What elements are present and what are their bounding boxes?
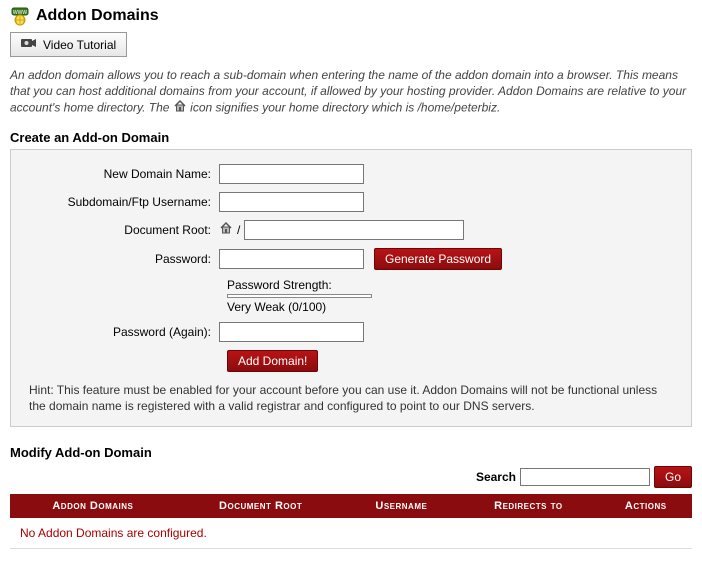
docroot-label: Document Root: [29,223,219,237]
col-actions[interactable]: Actions [599,494,692,518]
addon-domains-table: Addon Domains Document Root Username Red… [10,494,692,549]
password-input[interactable] [219,249,364,269]
col-docroot[interactable]: Document Root [176,494,346,518]
docroot-prefix: / [237,223,240,237]
docroot-input[interactable] [244,220,464,240]
go-button[interactable]: Go [654,466,692,488]
page-title: Addon Domains [36,7,159,25]
table-row: No Addon Domains are configured. [10,518,692,549]
subdomain-label: Subdomain/Ftp Username: [29,195,219,209]
password-label: Password: [29,252,219,266]
create-hint: Hint: This feature must be enabled for y… [29,382,673,414]
intro-text: An addon domain allows you to reach a su… [10,67,692,118]
add-domain-button[interactable]: Add Domain! [227,350,318,372]
col-addon[interactable]: Addon Domains [10,494,176,518]
home-icon [173,99,187,117]
video-tutorial-label: Video Tutorial [43,38,116,52]
password-strength-bar [227,294,372,298]
camera-icon [21,37,37,52]
col-redirects[interactable]: Redirects to [457,494,599,518]
search-label: Search [476,470,516,484]
password-again-label: Password (Again): [29,325,219,339]
empty-message: No Addon Domains are configured. [10,518,692,549]
subdomain-input[interactable] [219,192,364,212]
create-section-title: Create an Add-on Domain [10,130,692,145]
new-domain-input[interactable] [219,164,364,184]
modify-section-title: Modify Add-on Domain [10,445,692,460]
create-form: New Domain Name: Subdomain/Ftp Username:… [10,149,692,427]
search-input[interactable] [520,468,650,486]
video-tutorial-button[interactable]: Video Tutorial [10,32,127,57]
home-icon [219,221,233,238]
col-username[interactable]: Username [346,494,458,518]
generate-password-button[interactable]: Generate Password [374,248,502,270]
new-domain-label: New Domain Name: [29,167,219,181]
password-again-input[interactable] [219,322,364,342]
password-strength-label: Password Strength: [227,278,673,292]
password-strength-value: Very Weak (0/100) [227,300,673,314]
addon-domains-icon: WWW [10,6,30,26]
